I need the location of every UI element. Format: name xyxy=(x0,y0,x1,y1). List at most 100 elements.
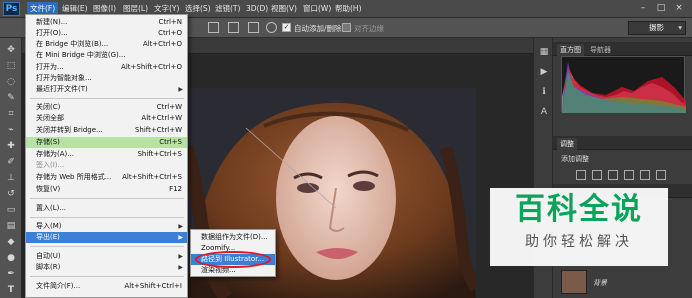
menu-view[interactable]: 视图(V) xyxy=(268,2,300,16)
menu-item-browse-bridge[interactable]: 在 Bridge 中浏览(B)... Alt+Ctrl+O xyxy=(26,39,187,50)
eyedropper-tool-icon[interactable]: ⌁ xyxy=(5,124,17,136)
menu-item-save-as[interactable]: 存储为(A)... Shift+Ctrl+S xyxy=(26,149,187,160)
menu-item-label: 文件简介(F)... xyxy=(36,282,81,290)
menu-item-label: 最近打开文件(T) xyxy=(36,85,88,93)
menu-item-shortcut: Alt+Ctrl+O xyxy=(142,40,182,48)
menu-item-label: 置入(L)... xyxy=(36,204,67,212)
workspace-select[interactable]: 摄影 xyxy=(628,21,686,35)
menu-item-scripts[interactable]: 脚本(R) ▶ xyxy=(26,262,187,273)
menu-item-save[interactable]: 存储(S) Ctrl+S xyxy=(26,137,187,148)
menu-item-label: 签入(I)... xyxy=(36,161,65,169)
gradient-tool-icon[interactable]: ▤ xyxy=(5,220,17,232)
tab-navigator[interactable]: 导航器 xyxy=(587,44,614,56)
brightness-icon[interactable] xyxy=(576,170,586,180)
levels-icon[interactable] xyxy=(592,170,602,180)
crop-tool-icon[interactable]: ⌗ xyxy=(5,108,17,120)
lasso-tool-icon[interactable]: ◌ xyxy=(5,76,17,88)
menu-item-close[interactable]: 关闭(C) Ctrl+W xyxy=(26,102,187,113)
vibrance-icon[interactable] xyxy=(640,170,650,180)
move-tool-icon[interactable]: ✥ xyxy=(5,44,17,56)
menu-separator xyxy=(30,98,184,99)
menu-item-export[interactable]: 导出(E) ▶ xyxy=(26,232,187,243)
menu-item-revert[interactable]: 恢复(V) F12 xyxy=(26,184,187,195)
submenu-arrow-icon: ▶ xyxy=(178,253,183,260)
menu-item-automate[interactable]: 自动(U) ▶ xyxy=(26,251,187,262)
file-menu-dropdown: 新建(N)... Ctrl+N 打开(O)... Ctrl+O 在 Bridge 中… xyxy=(25,14,188,298)
menu-item-label: 新建(N)... xyxy=(36,18,68,26)
submenu-item-data-sets[interactable]: 数据组作为文件(D)... xyxy=(191,232,275,243)
layer-name[interactable]: 背景 xyxy=(593,278,607,288)
exposure-icon[interactable] xyxy=(624,170,634,180)
menu-separator xyxy=(30,198,184,199)
watermark-box: 百科全说 助你轻松解决 xyxy=(490,188,668,266)
menu-item-shortcut: Ctrl+S xyxy=(159,138,182,146)
character-panel-icon[interactable]: A xyxy=(538,106,550,118)
gear-icon[interactable] xyxy=(266,22,277,33)
history-panel-icon[interactable]: ▦ xyxy=(538,46,550,58)
marquee-tool-icon[interactable]: ⬚ xyxy=(5,60,17,72)
menu-item-open[interactable]: 打开(O)... Ctrl+O xyxy=(26,28,187,39)
brush-tool-icon[interactable]: ✐ xyxy=(5,156,17,168)
menu-separator xyxy=(30,217,184,218)
align-edges-label: 对齐边缘 xyxy=(354,24,384,33)
auto-add-delete-checkbox[interactable]: ✓ xyxy=(282,23,291,32)
menu-item-label: 自动(U) xyxy=(36,252,61,260)
actions-panel-icon[interactable]: ▶ xyxy=(538,66,550,78)
menu-item-shortcut: Shift+Ctrl+S xyxy=(137,150,182,158)
menu-separator xyxy=(30,276,184,277)
align-edges-checkbox[interactable] xyxy=(342,23,351,32)
path-align-icon[interactable] xyxy=(228,22,239,33)
menu-item-check-in[interactable]: 签入(I)... xyxy=(26,160,187,171)
history-brush-tool-icon[interactable]: ↺ xyxy=(5,188,17,200)
menu-filter[interactable]: 滤镜(T) xyxy=(212,2,243,16)
submenu-arrow-icon: ▶ xyxy=(178,234,183,241)
curves-icon[interactable] xyxy=(608,170,618,180)
menu-item-file-info[interactable]: 文件简介(F)... Alt+Shift+Ctrl+I xyxy=(26,281,187,292)
path-ops-icon[interactable] xyxy=(208,22,219,33)
type-tool-icon[interactable]: T xyxy=(5,284,17,296)
menu-item-label: 脚本(R) xyxy=(36,263,61,271)
menu-item-import[interactable]: 导入(M) ▶ xyxy=(26,221,187,232)
menu-item-shortcut: Alt+Ctrl+W xyxy=(141,114,182,122)
close-button[interactable]: × xyxy=(672,2,686,15)
minimize-button[interactable]: – xyxy=(636,2,650,15)
tab-adjustments[interactable]: 调整 xyxy=(557,138,577,150)
menu-item-browse-mini-bridge[interactable]: 在 Mini Bridge 中浏览(G)... xyxy=(26,50,187,61)
pen-tool-icon[interactable]: ✒ xyxy=(5,268,17,280)
menu-help[interactable]: 帮助(H) xyxy=(332,2,365,16)
watermark-subtitle: 助你轻松解决 xyxy=(525,234,633,250)
menu-3d[interactable]: 3D(D) xyxy=(243,2,271,16)
menu-item-close-all[interactable]: 关闭全部 Alt+Ctrl+W xyxy=(26,113,187,124)
menu-item-save-for-web[interactable]: 存储为 Web 所用格式... Alt+Shift+Ctrl+S xyxy=(26,172,187,183)
eraser-tool-icon[interactable]: ▭ xyxy=(5,204,17,216)
watermark-title: 百科全说 xyxy=(515,192,643,227)
stamp-tool-icon[interactable]: ⊥ xyxy=(5,172,17,184)
menu-item-label: 打开为... xyxy=(36,63,64,71)
path-arrange-icon[interactable] xyxy=(248,22,259,33)
menu-item-open-as[interactable]: 打开为... Alt+Shift+Ctrl+O xyxy=(26,62,187,73)
menu-window[interactable]: 窗口(W) xyxy=(300,2,334,16)
menu-item-shortcut: Alt+Shift+Ctrl+O xyxy=(121,63,182,71)
histogram-chart xyxy=(561,56,686,113)
menu-item-recent-files[interactable]: 最近打开文件(T) ▶ xyxy=(26,84,187,95)
menu-item-place[interactable]: 置入(L)... xyxy=(26,203,187,214)
menu-item-shortcut: Alt+Shift+Ctrl+I xyxy=(124,282,182,290)
healing-tool-icon[interactable]: ✚ xyxy=(5,140,17,152)
info-panel-icon[interactable]: ℹ xyxy=(538,86,550,98)
menu-item-new[interactable]: 新建(N)... Ctrl+N xyxy=(26,17,187,28)
hue-saturation-icon[interactable] xyxy=(656,170,666,180)
dodge-tool-icon[interactable]: ● xyxy=(5,252,17,264)
menu-item-open-smart-object[interactable]: 打开为智能对象... xyxy=(26,73,187,84)
layer-thumbnail[interactable] xyxy=(561,270,587,294)
toolbox: ✥ ⬚ ◌ ✎ ⌗ ⌁ ✚ ✐ ⊥ ↺ ▭ ▤ ◆ ● ✒ T xyxy=(0,38,22,298)
submenu-arrow-icon: ▶ xyxy=(178,86,183,93)
menu-item-close-go-bridge[interactable]: 关闭并转到 Bridge... Shift+Ctrl+W xyxy=(26,125,187,136)
menu-item-label: 关闭全部 xyxy=(36,114,64,122)
menu-item-shortcut: F12 xyxy=(169,185,182,193)
blur-tool-icon[interactable]: ◆ xyxy=(5,236,17,248)
maximize-button[interactable]: □ xyxy=(654,2,668,15)
menu-item-label: 在 Mini Bridge 中浏览(G)... xyxy=(36,51,126,59)
tab-histogram[interactable]: 直方图 xyxy=(557,44,584,56)
menu-item-shortcut: Alt+Shift+Ctrl+S xyxy=(122,173,182,181)
quick-select-tool-icon[interactable]: ✎ xyxy=(5,92,17,104)
